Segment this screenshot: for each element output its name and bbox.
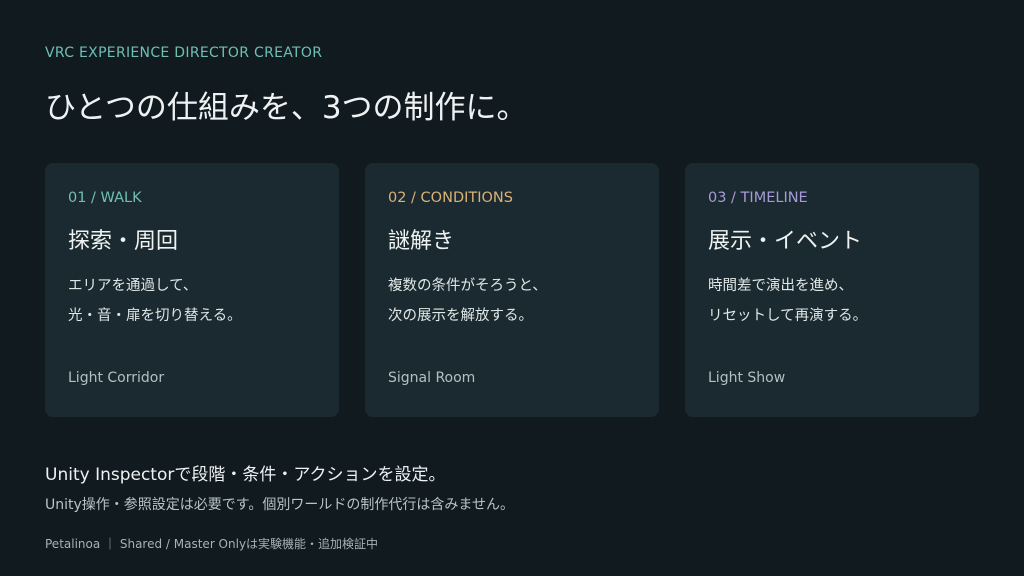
footer-note: Unity操作・参照設定は必要です。個別ワールドの制作代行は含みません。 [45, 497, 514, 513]
card-conditions: 02 / CONDITIONS 謎解き 複数の条件がそろうと、 次の展示を解放す… [365, 163, 659, 417]
page-title: ひとつの仕組みを、3つの制作に。 [45, 90, 528, 126]
card-description-line: 次の展示を解放する。 [388, 308, 533, 324]
eyebrow-label: VRC EXPERIENCE DIRECTOR CREATOR [45, 45, 323, 61]
card-walk: 01 / WALK 探索・周回 エリアを通過して、 光・音・扉を切り替える。 L… [45, 163, 339, 417]
card-title: 謎解き [388, 229, 455, 254]
card-timeline: 03 / TIMELINE 展示・イベント 時間差で演出を進め、 リセットして再… [685, 163, 979, 417]
card-title: 展示・イベント [708, 229, 863, 254]
card-footer: Light Show [708, 370, 786, 386]
card-footer: Light Corridor [68, 370, 165, 386]
card-description-line: 複数の条件がそろうと、 [388, 278, 547, 294]
card-description-line: リセットして再演する。 [708, 308, 868, 324]
card-tag: 03 / TIMELINE [708, 190, 808, 206]
card-list: 01 / WALK 探索・周回 エリアを通過して、 光・音・扉を切り替える。 L… [45, 163, 979, 417]
card-footer: Signal Room [388, 370, 476, 386]
card-description-line: 時間差で演出を進め、 [708, 278, 853, 294]
card-description-line: エリアを通過して、 [68, 278, 198, 294]
card-description: 複数の条件がそろうと、 次の展示を解放する。 [388, 271, 637, 331]
footer-summary: Unity Inspectorで段階・条件・アクションを設定。 [45, 465, 446, 485]
card-description: エリアを通過して、 光・音・扉を切り替える。 [68, 271, 317, 331]
card-title: 探索・周回 [68, 229, 179, 254]
card-description: 時間差で演出を進め、 リセットして再演する。 [708, 271, 957, 331]
card-tag: 01 / WALK [68, 190, 142, 206]
card-tag: 02 / CONDITIONS [388, 190, 513, 206]
footer-credit: Petalinoa ｜ Shared / Master Onlyは実験機能・追加… [45, 537, 379, 551]
card-description-line: 光・音・扉を切り替える。 [68, 308, 242, 324]
